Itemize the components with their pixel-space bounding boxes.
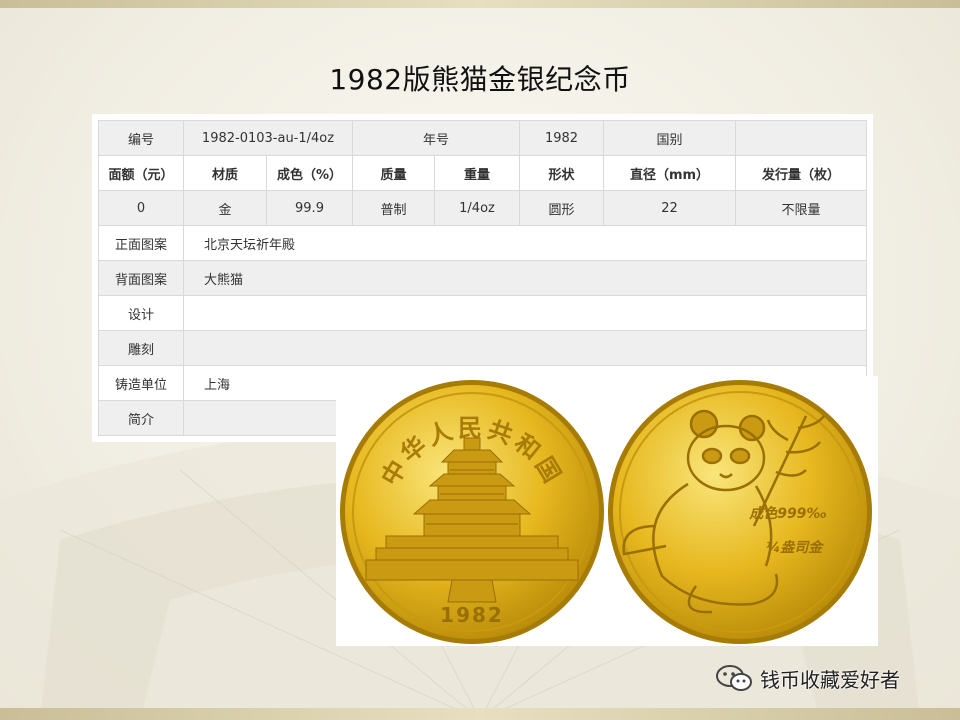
header-diameter: 直径（mm） [603, 155, 737, 191]
watermark-text: 钱币收藏爱好者 [760, 667, 900, 692]
label-engraver: 雕刻 [98, 330, 184, 366]
table-row: 背面图案 大熊猫 [98, 260, 868, 296]
value-year: 1982 [519, 120, 605, 156]
wechat-icon [716, 665, 752, 691]
page-title: 1982版熊猫金银纪念币 [329, 63, 631, 96]
value-mintage: 不限量 [735, 190, 868, 226]
label-designer: 设计 [98, 295, 184, 331]
reverse-purity: 成色999‰ [748, 505, 827, 522]
value-country [735, 120, 868, 156]
obverse-coin: 中华人民共和国 1982 [340, 380, 604, 644]
value-denomination: 0 [98, 190, 184, 226]
value-serial-number: 1982-0103-au-1/4oz [183, 120, 353, 156]
value-fineness: 99.9 [266, 190, 353, 226]
value-shape: 圆形 [519, 190, 605, 226]
header-fineness: 成色（%） [266, 155, 353, 191]
label-obverse-design: 正面图案 [98, 225, 184, 261]
header-weight: 重量 [433, 155, 521, 191]
table-header-row: 面额（元） 材质 成色（%） 质量 重量 形状 直径（mm） 发行量（枚） [98, 155, 868, 191]
label-serial-number: 编号 [98, 120, 184, 156]
header-material: 材质 [183, 155, 267, 191]
table-row: 雕刻 [98, 330, 868, 366]
label-country: 国别 [603, 120, 737, 156]
label-introduction: 简介 [98, 400, 184, 436]
table-row: 0 金 99.9 普制 1/4oz 圆形 22 不限量 [98, 190, 868, 226]
value-designer [182, 295, 868, 331]
value-diameter: 22 [603, 190, 737, 226]
header-denomination: 面额（元） [98, 155, 184, 191]
watermark: 钱币收藏爱好者 [714, 660, 900, 696]
table-row: 编号 1982-0103-au-1/4oz 年号 1982 国别 [98, 120, 868, 156]
top-decor-bar [0, 0, 960, 8]
value-material: 金 [183, 190, 267, 226]
coin-illustration: 中华人民共和国 1982 成色999‰ ¼盎司金 [340, 380, 872, 644]
table-row: 设计 [98, 295, 868, 331]
header-quality: 质量 [352, 155, 435, 191]
header-mintage: 发行量（枚） [735, 155, 868, 191]
label-year: 年号 [351, 120, 521, 156]
label-reverse-design: 背面图案 [98, 260, 184, 296]
bottom-decor-bar [0, 708, 960, 720]
value-engraver [182, 330, 868, 366]
obverse-year: 1982 [440, 603, 504, 627]
table-row: 正面图案 北京天坛祈年殿 [98, 225, 868, 261]
reverse-weight: ¼盎司金 [766, 539, 825, 556]
coin-photo: 中华人民共和国 1982 成色999‰ ¼盎司金 [336, 376, 878, 646]
reverse-coin: 成色999‰ ¼盎司金 [608, 380, 872, 644]
value-weight: 1/4oz [433, 190, 521, 226]
value-quality: 普制 [352, 190, 435, 226]
label-mint: 铸造单位 [98, 365, 184, 401]
header-shape: 形状 [519, 155, 605, 191]
value-obverse-design: 北京天坛祈年殿 [182, 225, 868, 261]
value-reverse-design: 大熊猫 [182, 260, 868, 296]
